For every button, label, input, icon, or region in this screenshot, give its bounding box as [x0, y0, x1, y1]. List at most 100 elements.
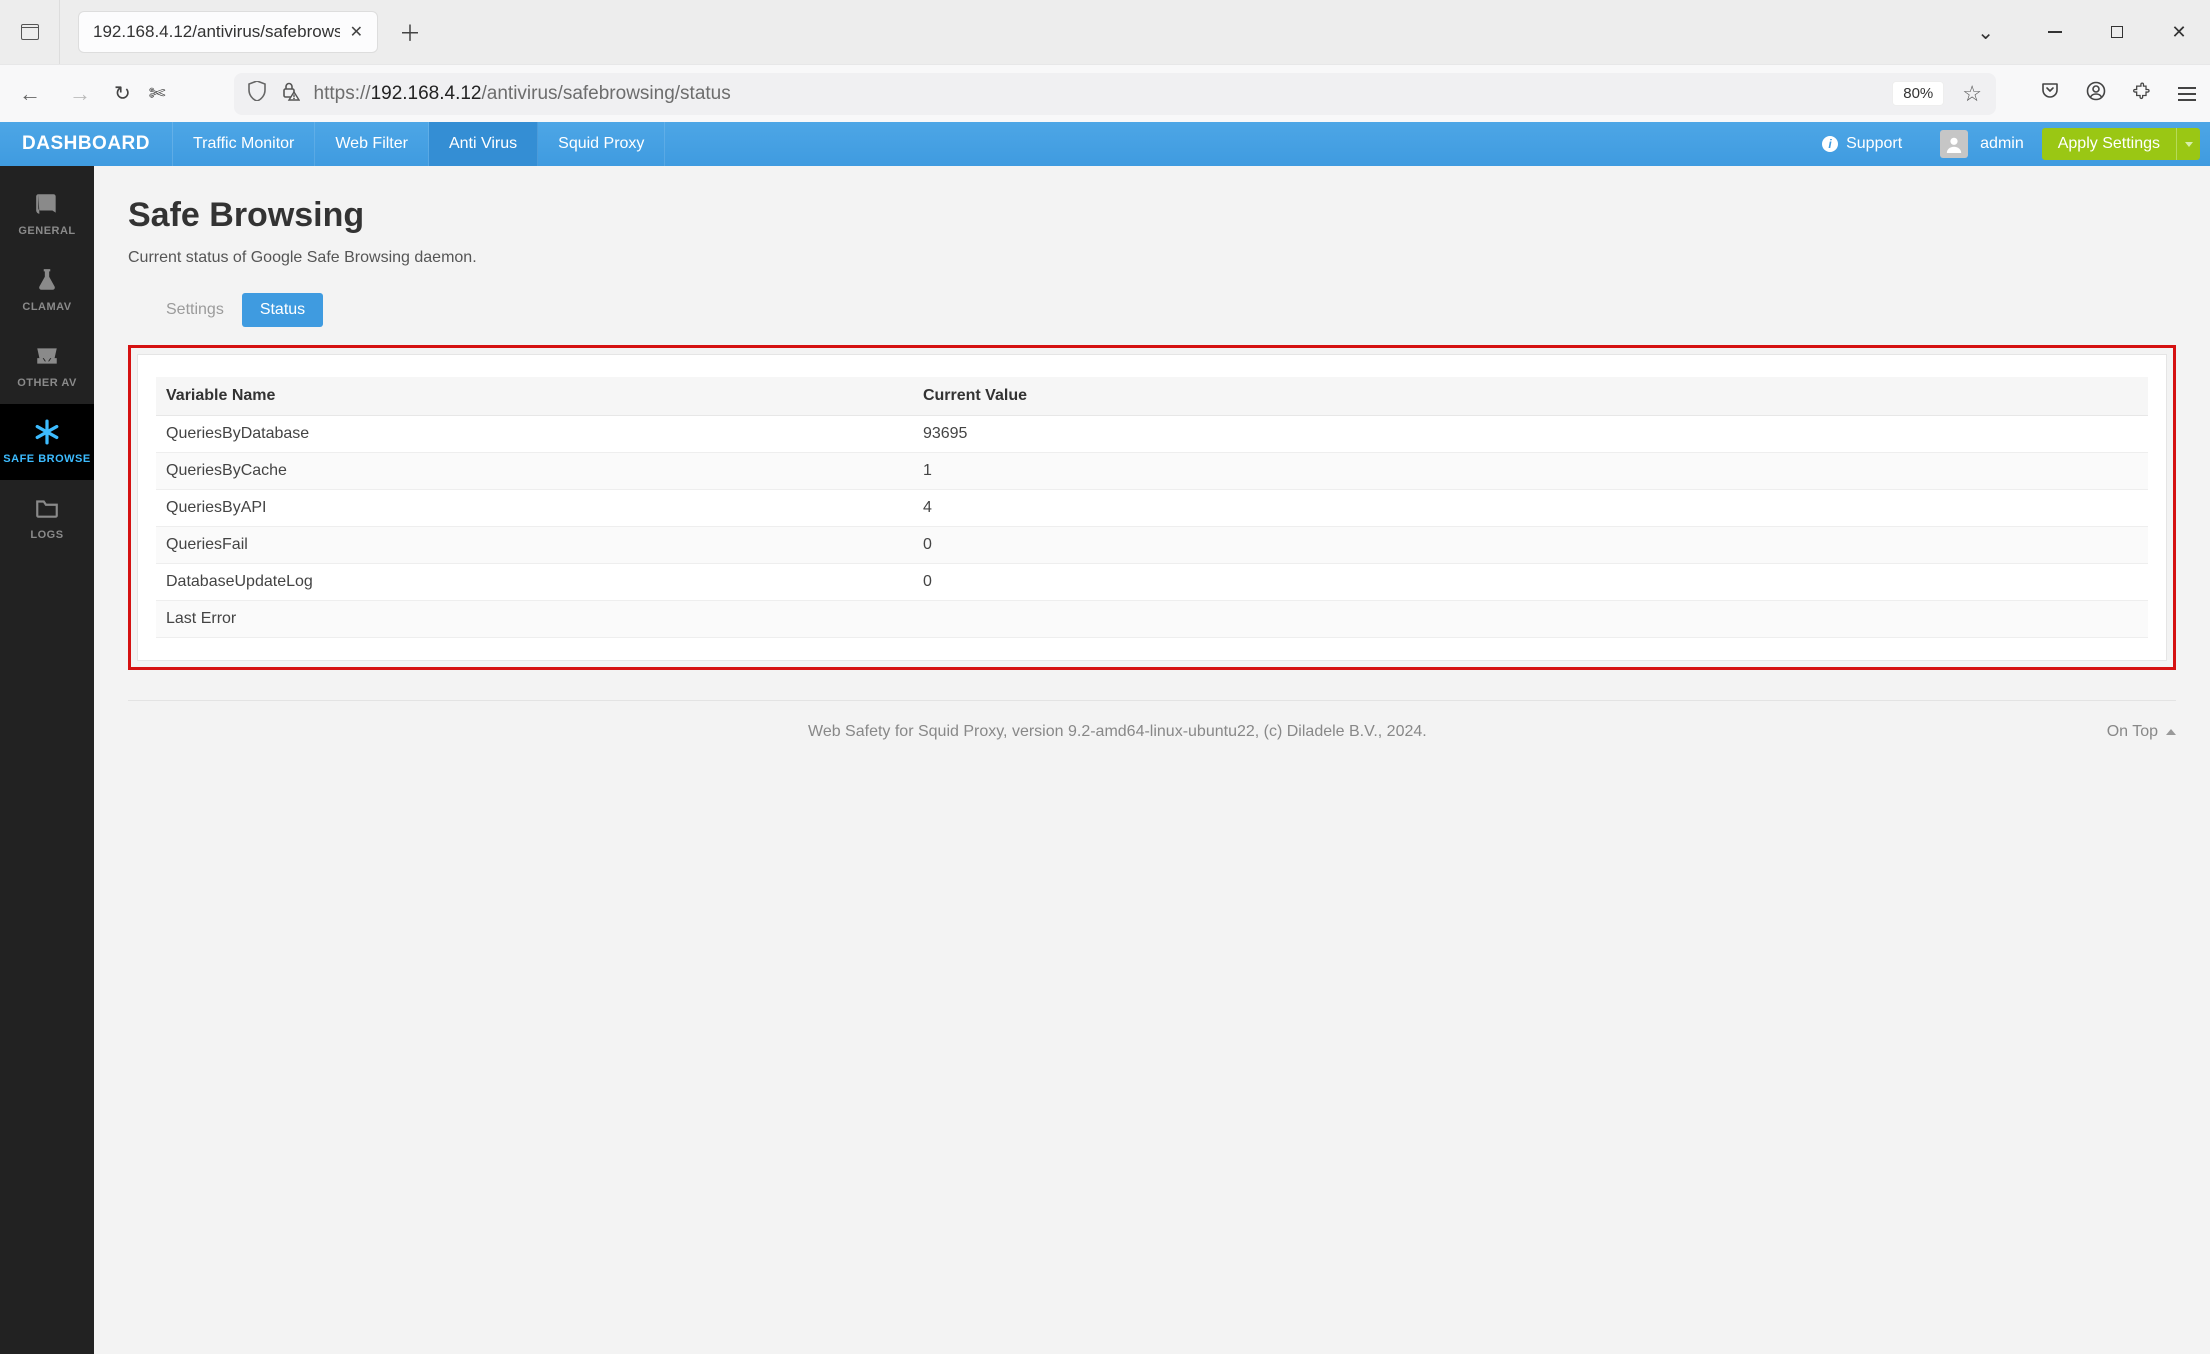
shield-icon[interactable]: [248, 81, 266, 106]
status-panel-highlight: Variable NameCurrent Value QueriesByData…: [128, 345, 2176, 670]
close-window-button[interactable]: ✕: [2148, 8, 2210, 56]
screenshot-button[interactable]: ✄: [149, 81, 166, 106]
tab-title: 192.168.4.12/antivirus/safebrowsing: [93, 22, 340, 42]
table-row: QueriesByAPI4: [156, 490, 2148, 527]
apply-settings-dropdown[interactable]: [2176, 128, 2200, 160]
app-body: GENERAL CLAMAV OTHER AV SAFE BROWSE LOGS Saf…: [0, 166, 2210, 1354]
support-label: Support: [1846, 135, 1902, 153]
toolbar-right-icons: [2040, 81, 2196, 107]
inbox-icon: [34, 343, 60, 369]
sidebar: GENERAL CLAMAV OTHER AV SAFE BROWSE LOGS: [0, 166, 94, 1354]
sidebar-item-label: LOGS: [30, 529, 63, 541]
sidebar-item-clamav[interactable]: CLAMAV: [0, 252, 94, 328]
asterisk-icon: [34, 419, 60, 445]
brand[interactable]: DASHBOARD: [0, 122, 173, 166]
extensions-icon[interactable]: [2132, 81, 2152, 107]
sidebar-item-safe-browse[interactable]: SAFE BROWSE: [0, 404, 94, 480]
variable-name: QueriesByAPI: [156, 490, 913, 527]
sidebar-item-label: SAFE BROWSE: [3, 453, 90, 465]
minimize-button[interactable]: [2024, 8, 2086, 56]
status-panel: Variable NameCurrent Value QueriesByData…: [137, 354, 2167, 661]
on-top-label: On Top: [2107, 723, 2158, 741]
window-controls: ⌄ ✕: [1977, 8, 2210, 56]
status-table: Variable NameCurrent Value QueriesByData…: [156, 377, 2148, 638]
apply-settings: Apply Settings: [2042, 122, 2210, 166]
chevron-up-icon: [2166, 729, 2176, 735]
pocket-icon[interactable]: [2040, 81, 2060, 107]
table-row: QueriesFail0: [156, 527, 2148, 564]
url-host: 192.168.4.12: [371, 83, 482, 104]
account-icon[interactable]: [2086, 81, 2106, 107]
forward-button[interactable]: →: [64, 81, 96, 107]
sidebar-item-general[interactable]: GENERAL: [0, 176, 94, 252]
book-icon: [34, 191, 60, 217]
folder-icon: [34, 495, 60, 521]
sidebar-item-label: GENERAL: [18, 225, 75, 237]
page-title: Safe Browsing: [128, 196, 2176, 235]
content: Safe Browsing Current status of Google S…: [94, 166, 2210, 1354]
browser-toolbar: ← → ↻ ✄ https://192.168.4.12/antivirus/s…: [0, 64, 2210, 122]
browser-tab[interactable]: 192.168.4.12/antivirus/safebrowsing ✕: [78, 11, 378, 53]
recent-tabs-button[interactable]: [0, 0, 60, 64]
avatar-icon: [1940, 130, 1968, 158]
back-button[interactable]: ←: [14, 81, 46, 107]
reload-button[interactable]: ↻: [114, 81, 131, 106]
sidebar-item-label: OTHER AV: [17, 377, 77, 389]
variable-name: DatabaseUpdateLog: [156, 564, 913, 601]
tab-status[interactable]: Status: [242, 293, 323, 327]
table-row: QueriesByDatabase93695: [156, 416, 2148, 453]
url-path: /antivirus/safebrowsing/status: [482, 83, 731, 104]
maximize-button[interactable]: [2086, 8, 2148, 56]
support-link[interactable]: i Support: [1802, 122, 1922, 166]
new-tab-button[interactable]: ＋: [390, 16, 430, 48]
zoom-badge[interactable]: 80%: [1892, 81, 1944, 106]
variable-value: 4: [913, 490, 2148, 527]
variable-value: 1: [913, 453, 2148, 490]
close-tab-icon[interactable]: ✕: [350, 22, 363, 42]
window-icon: [21, 24, 39, 40]
nav-item-squid-proxy[interactable]: Squid Proxy: [538, 122, 665, 166]
variable-name: QueriesByCache: [156, 453, 913, 490]
top-nav: DASHBOARD Traffic MonitorWeb FilterAnti …: [0, 122, 2210, 166]
lock-warning-icon[interactable]: [280, 81, 300, 106]
column-header: Variable Name: [156, 377, 913, 416]
tab-strip: 192.168.4.12/antivirus/safebrowsing ✕ ＋ …: [0, 0, 2210, 64]
column-header: Current Value: [913, 377, 2148, 416]
variable-value: 0: [913, 564, 2148, 601]
url-scheme: https://: [314, 83, 371, 104]
tabs-dropdown-icon[interactable]: ⌄: [1977, 20, 1994, 45]
sidebar-item-other-av[interactable]: OTHER AV: [0, 328, 94, 404]
footer-text: Web Safety for Squid Proxy, version 9.2-…: [128, 723, 2107, 741]
table-row: Last Error: [156, 601, 2148, 638]
page-subtitle: Current status of Google Safe Browsing d…: [128, 249, 2176, 267]
page-tabs: SettingsStatus: [128, 293, 2176, 327]
address-bar[interactable]: https://192.168.4.12/antivirus/safebrows…: [234, 73, 1996, 115]
info-icon: i: [1822, 136, 1838, 152]
variable-name: QueriesFail: [156, 527, 913, 564]
variable-value: [913, 601, 2148, 638]
variable-name: QueriesByDatabase: [156, 416, 913, 453]
variable-value: 0: [913, 527, 2148, 564]
footer: Web Safety for Squid Proxy, version 9.2-…: [128, 700, 2176, 741]
flask-icon: [34, 267, 60, 293]
nav-item-web-filter[interactable]: Web Filter: [315, 122, 429, 166]
variable-value: 93695: [913, 416, 2148, 453]
browser-chrome: 192.168.4.12/antivirus/safebrowsing ✕ ＋ …: [0, 0, 2210, 123]
nav-items: Traffic MonitorWeb FilterAnti VirusSquid…: [173, 122, 665, 166]
sidebar-item-logs[interactable]: LOGS: [0, 480, 94, 556]
on-top-link[interactable]: On Top: [2107, 723, 2176, 741]
user-menu[interactable]: admin: [1922, 122, 2042, 166]
nav-item-traffic-monitor[interactable]: Traffic Monitor: [173, 122, 315, 166]
menu-icon[interactable]: [2178, 87, 2196, 101]
apply-settings-button[interactable]: Apply Settings: [2042, 128, 2176, 160]
table-row: QueriesByCache1: [156, 453, 2148, 490]
nav-item-anti-virus[interactable]: Anti Virus: [429, 122, 538, 166]
user-name: admin: [1980, 135, 2024, 153]
variable-name: Last Error: [156, 601, 913, 638]
tab-settings[interactable]: Settings: [148, 293, 242, 327]
sidebar-item-label: CLAMAV: [22, 301, 71, 313]
table-row: DatabaseUpdateLog0: [156, 564, 2148, 601]
bookmark-icon[interactable]: ☆: [1962, 81, 1982, 107]
app: DASHBOARD Traffic MonitorWeb FilterAnti …: [0, 122, 2210, 1354]
url-text: https://192.168.4.12/antivirus/safebrows…: [314, 83, 1879, 105]
